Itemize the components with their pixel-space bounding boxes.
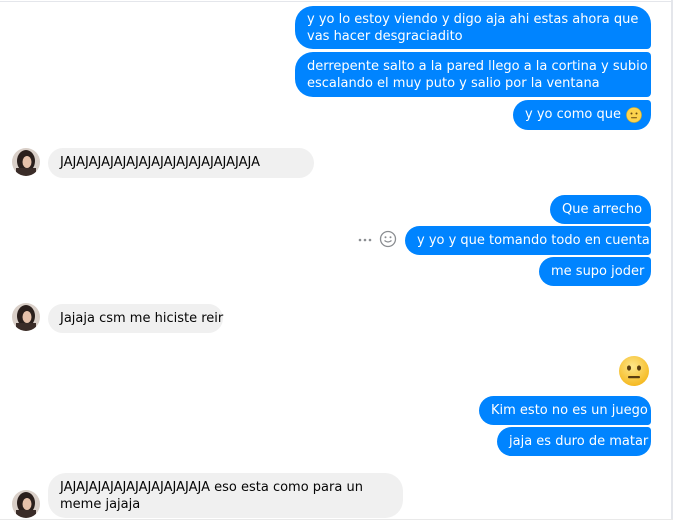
neutral-face-emoji[interactable] [618,355,650,387]
incoming-message[interactable]: JAJAJAJAJAJAJAJAJAJAJAJAJAJAJAJA [48,148,314,178]
message-text: Que arrecho [562,202,643,217]
message-text: me supo joder [551,264,645,279]
incoming-message[interactable]: JAJAJAJAJAJAJAJAJAJAJAJA eso esta como p… [48,473,403,518]
message-line: meme jajaja [60,497,141,512]
message-text: Jajaja csm me hiciste reir [60,311,224,326]
message-line: derrepente salto a la pared llego a la c… [307,59,648,74]
message-line: JAJAJAJAJAJAJAJAJAJAJAJA eso esta como p… [60,480,363,495]
outgoing-message[interactable]: y yo y que tomando todo en cuenta [405,226,651,255]
outgoing-message[interactable]: y yo como que [513,100,651,130]
outgoing-message[interactable]: Kim esto no es un juego [479,396,651,425]
neutral-face-icon [626,106,642,123]
message-text: y yo como que [525,107,621,122]
top-border [0,1,673,2]
contact-avatar[interactable] [12,148,40,176]
message-line: y yo lo estoy viendo y digo aja ahi esta… [307,12,639,27]
contact-avatar[interactable] [12,490,40,518]
bottom-border [0,519,673,525]
outgoing-message[interactable]: derrepente salto a la pared llego a la c… [295,52,651,97]
incoming-message[interactable]: Jajaja csm me hiciste reir [48,304,223,333]
react-smiley-icon[interactable] [379,230,397,248]
outgoing-message[interactable]: Que arrecho [550,195,651,224]
message-line: vas hacer desgraciadito [307,29,463,44]
outgoing-message[interactable]: me supo joder [539,257,651,286]
outgoing-message[interactable]: jaja es duro de matar [497,427,651,456]
message-line: escalando el muy puto y salio por la ven… [307,76,600,91]
outgoing-message[interactable]: y yo lo estoy viendo y digo aja ahi esta… [295,6,651,49]
message-actions [357,230,397,248]
message-text: JAJAJAJAJAJAJAJAJAJAJAJAJAJAJAJA [60,155,260,170]
message-text: jaja es duro de matar [509,434,649,449]
more-icon[interactable] [357,231,373,247]
message-text: Kim esto no es un juego [491,403,648,418]
contact-avatar[interactable] [12,303,40,331]
message-text: y yo y que tomando todo en cuenta [417,233,650,248]
